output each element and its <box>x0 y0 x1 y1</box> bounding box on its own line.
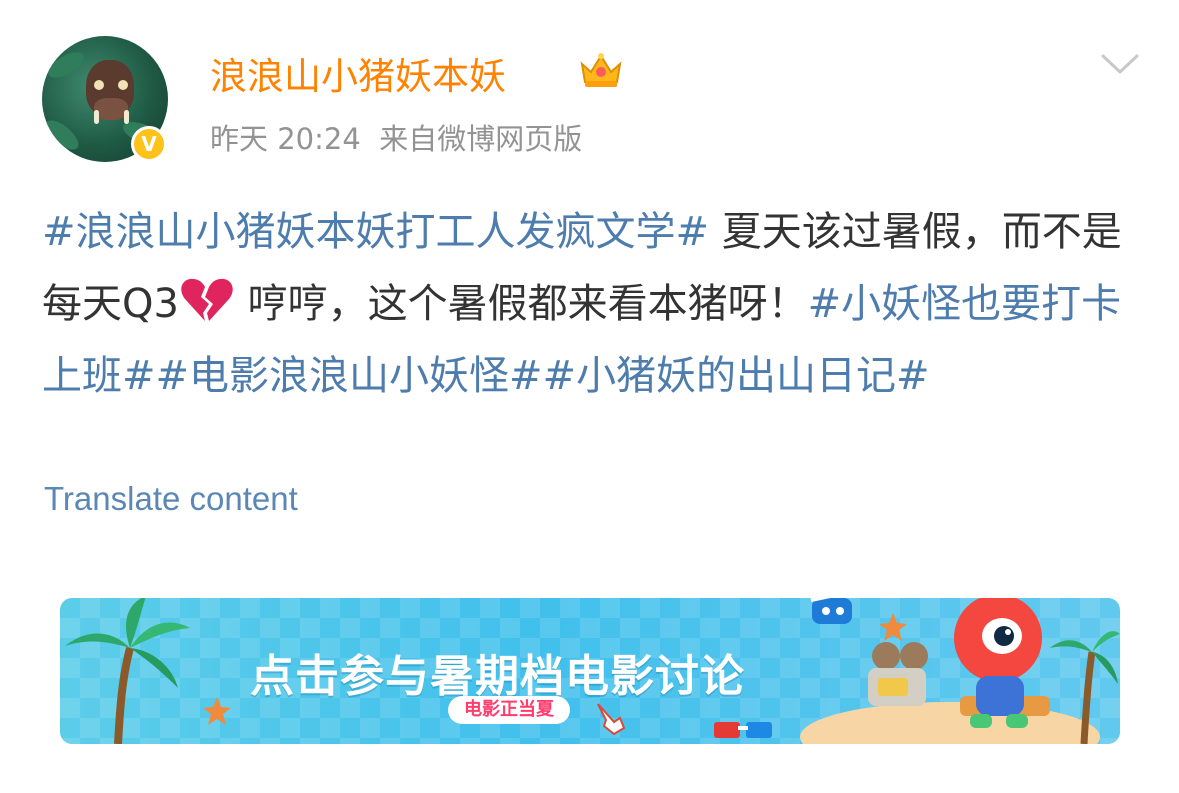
event-banner[interactable]: 点击参与暑期档电影讨论 电影正当夏 <box>60 598 1120 744</box>
post-source: 来自微博网页版 <box>379 122 583 156</box>
pointer-hand-icon <box>597 703 626 736</box>
boar-tusk <box>94 110 99 124</box>
boar-tusk <box>124 110 129 124</box>
starfish-icon <box>203 697 231 725</box>
3d-glasses-icon <box>714 722 772 738</box>
chevron-down-icon[interactable] <box>1100 52 1140 76</box>
verified-badge-icon: V <box>131 126 167 162</box>
hashtag-link[interactable]: #电影浪浪山小妖怪# <box>156 353 543 399</box>
post-content: #浪浪山小猪妖本妖打工人发疯文学# 夏天该过暑假，而不是每天Q3 哼哼，这个暑假… <box>42 196 1122 412</box>
clapperboard-icon <box>809 584 852 624</box>
palm-tree-icon <box>1050 631 1120 744</box>
crown-icon[interactable] <box>578 50 624 90</box>
post-time: 昨天 20:24 <box>210 122 361 156</box>
username[interactable]: 浪浪山小猪妖本妖 <box>210 46 506 100</box>
hashtag-link[interactable]: #小猪妖的出山日记# <box>543 353 930 399</box>
hashtag-link[interactable]: #浪浪山小猪妖本妖打工人发疯文学# <box>42 209 709 255</box>
boar-eye <box>94 80 104 90</box>
post-text: 哼哼，这个暑假都来看本猪呀！ <box>234 281 808 327</box>
palm-tree-icon <box>65 598 190 744</box>
translate-link[interactable]: Translate content <box>44 480 298 518</box>
starfish-icon <box>879 613 907 641</box>
post-meta: 昨天 20:24 来自微博网页版 <box>210 116 582 158</box>
mascot-icon <box>954 598 1050 728</box>
movie-camera-icon <box>868 642 928 706</box>
banner-title: 点击参与暑期档电影讨论 <box>250 651 745 702</box>
leaf-decoration <box>42 115 84 155</box>
leaf-decoration <box>44 47 88 83</box>
banner-tag: 电影正当夏 <box>448 696 570 724</box>
broken-heart-icon <box>181 278 233 321</box>
boar-snout <box>94 98 128 120</box>
boar-eye <box>118 80 128 90</box>
